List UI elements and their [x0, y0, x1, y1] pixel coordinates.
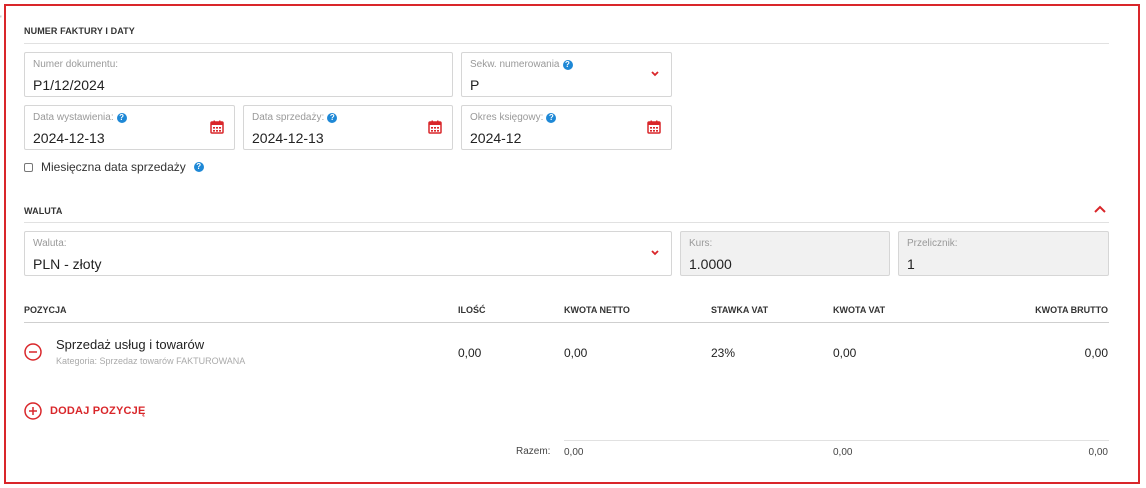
row-category: Kategoria: Sprzedaz towarów FAKTUROWANA — [56, 356, 246, 366]
rate-value: 1.0000 — [689, 256, 732, 272]
add-position-button[interactable]: DODAJ POZYCJĘ — [24, 402, 146, 420]
totals-gross: 0,00 — [1088, 447, 1108, 458]
col-header-gross: KWOTA BRUTTO — [1035, 305, 1108, 315]
help-icon[interactable]: ? — [327, 112, 338, 123]
section-title-currency: WALUTA — [24, 206, 63, 216]
help-icon[interactable]: ? — [562, 59, 573, 70]
multiplier-label: Przelicznik: — [907, 238, 958, 249]
divider — [564, 440, 1109, 441]
row-name[interactable]: Sprzedaż usług i towarów — [56, 337, 204, 352]
totals-vat: 0,00 — [833, 447, 853, 458]
totals-label: Razem: — [516, 446, 551, 457]
issue-date-field[interactable]: Data wystawienia:? 2024-12-13 — [24, 105, 235, 150]
chevron-down-icon[interactable] — [649, 248, 661, 258]
frame-marker: ' — [0, 14, 2, 24]
divider — [24, 43, 1109, 44]
accounting-period-value: 2024-12 — [470, 130, 522, 146]
multiplier-value: 1 — [907, 256, 915, 272]
sequence-select[interactable]: Sekw. numerowania? P — [461, 52, 672, 97]
accounting-period-label: Okres księgowy:? — [470, 112, 557, 123]
chevron-down-icon[interactable] — [649, 69, 661, 79]
row-vat-rate[interactable]: 23% — [711, 346, 735, 360]
calendar-icon[interactable] — [428, 120, 442, 134]
currency-value: PLN - złoty — [33, 256, 102, 272]
divider — [24, 222, 1109, 223]
divider — [24, 322, 1109, 323]
rate-label: Kurs: — [689, 238, 713, 249]
help-icon[interactable]: ? — [193, 162, 204, 172]
document-number-field[interactable]: Numer dokumentu: P1/12/2024 — [24, 52, 453, 97]
document-number-label: Numer dokumentu: — [33, 59, 119, 70]
minus-circle-icon[interactable] — [24, 343, 42, 361]
monthly-sale-date-label: Miesięczna data sprzedaży — [41, 160, 186, 174]
sale-date-field[interactable]: Data sprzedaży:? 2024-12-13 — [243, 105, 453, 150]
col-header-qty: ILOŚĆ — [458, 305, 486, 315]
sequence-value: P — [470, 77, 480, 93]
col-header-vat-rate: STAWKA VAT — [711, 305, 769, 315]
col-header-vat: KWOTA VAT — [833, 305, 886, 315]
accounting-period-field[interactable]: Okres księgowy:? 2024-12 — [461, 105, 672, 150]
currency-label: Waluta: — [33, 238, 67, 249]
row-net[interactable]: 0,00 — [564, 346, 587, 360]
col-header-position: POZYCJA — [24, 305, 67, 315]
sale-date-value: 2024-12-13 — [252, 130, 324, 146]
calendar-icon[interactable] — [647, 120, 661, 134]
calendar-icon[interactable] — [210, 120, 224, 134]
row-qty[interactable]: 0,00 — [458, 346, 481, 360]
totals-net: 0,00 — [564, 447, 584, 458]
help-icon[interactable]: ? — [116, 112, 127, 123]
sale-date-label: Data sprzedaży:? — [252, 112, 338, 123]
add-position-label: DODAJ POZYCJĘ — [50, 405, 146, 417]
multiplier-field: Przelicznik: 1 — [898, 231, 1109, 276]
row-vat: 0,00 — [833, 346, 857, 360]
issue-date-label: Data wystawienia:? — [33, 112, 127, 123]
currency-select[interactable]: Waluta: PLN - złoty — [24, 231, 672, 276]
sequence-label: Sekw. numerowania? — [470, 59, 573, 70]
chevron-up-icon[interactable] — [1093, 204, 1107, 214]
document-number-value: P1/12/2024 — [33, 77, 105, 93]
col-header-net: KWOTA NETTO — [564, 305, 630, 315]
plus-circle-icon — [24, 402, 42, 420]
monthly-sale-date-checkbox[interactable] — [24, 162, 33, 172]
issue-date-value: 2024-12-13 — [33, 130, 105, 146]
monthly-sale-date-row: Miesięczna data sprzedaży ? — [24, 160, 204, 174]
row-gross[interactable]: 0,00 — [1085, 346, 1108, 360]
help-icon[interactable]: ? — [546, 112, 557, 123]
section-title-invoice: NUMER FAKTURY I DATY — [24, 26, 135, 36]
rate-field: Kurs: 1.0000 — [680, 231, 890, 276]
